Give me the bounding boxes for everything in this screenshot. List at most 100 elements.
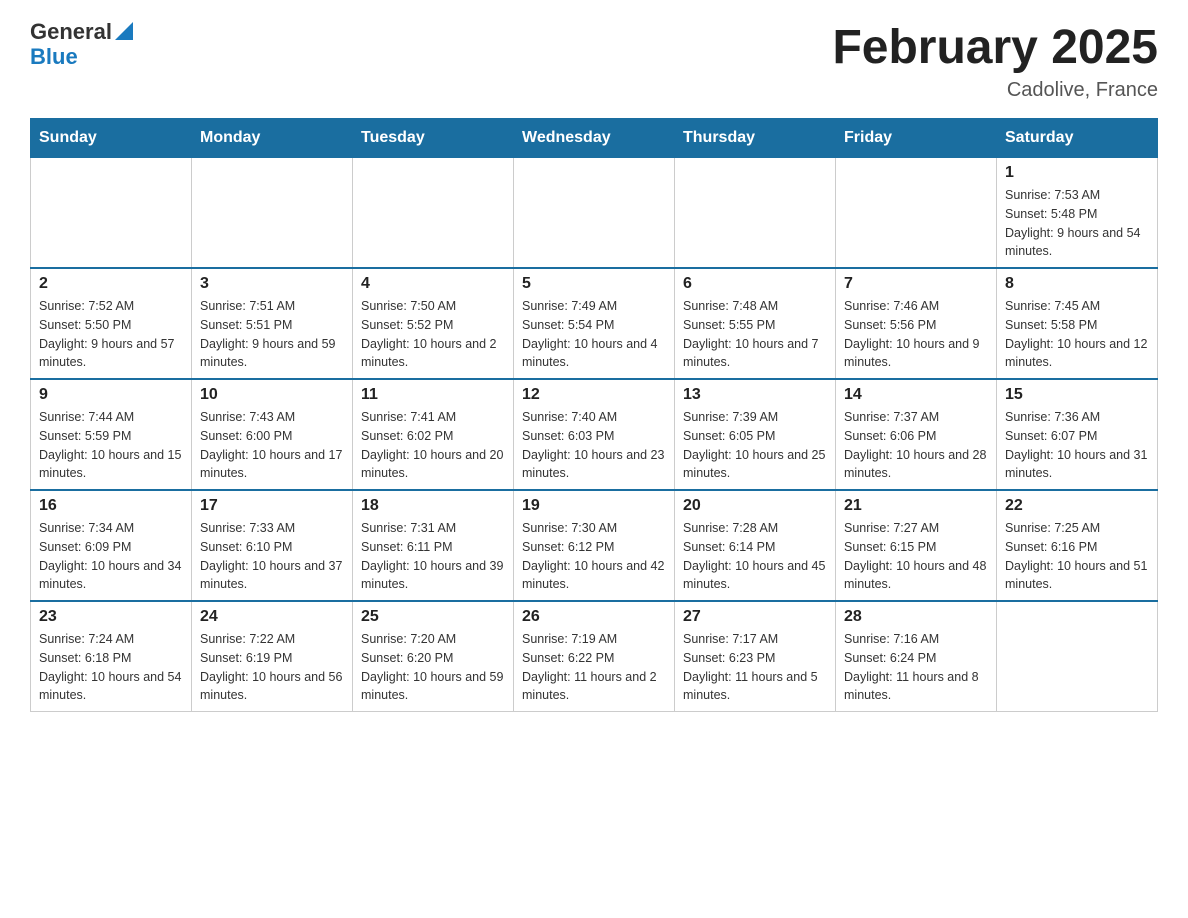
day-info: Sunrise: 7:52 AM [39, 297, 183, 316]
day-number: 5 [522, 275, 666, 293]
day-info: Daylight: 10 hours and 15 minutes. [39, 446, 183, 484]
day-info: Daylight: 10 hours and 34 minutes. [39, 557, 183, 595]
day-number: 1 [1005, 164, 1149, 182]
day-info: Sunset: 6:06 PM [844, 427, 988, 446]
header: General Blue February 2025 Cadolive, Fra… [30, 20, 1158, 102]
day-info: Daylight: 11 hours and 5 minutes. [683, 668, 827, 706]
day-info: Sunrise: 7:51 AM [200, 297, 344, 316]
day-info: Sunrise: 7:28 AM [683, 519, 827, 538]
table-row: 9Sunrise: 7:44 AMSunset: 5:59 PMDaylight… [31, 379, 192, 490]
day-number: 13 [683, 386, 827, 404]
col-friday: Friday [836, 119, 997, 158]
day-number: 3 [200, 275, 344, 293]
day-info: Daylight: 10 hours and 45 minutes. [683, 557, 827, 595]
day-info: Sunrise: 7:20 AM [361, 630, 505, 649]
table-row: 14Sunrise: 7:37 AMSunset: 6:06 PMDayligh… [836, 379, 997, 490]
day-info: Sunset: 6:24 PM [844, 649, 988, 668]
day-info: Daylight: 10 hours and 4 minutes. [522, 335, 666, 373]
day-info: Daylight: 10 hours and 31 minutes. [1005, 446, 1149, 484]
table-row [836, 158, 997, 269]
day-info: Sunrise: 7:22 AM [200, 630, 344, 649]
table-row: 24Sunrise: 7:22 AMSunset: 6:19 PMDayligh… [192, 601, 353, 712]
day-info: Daylight: 10 hours and 56 minutes. [200, 668, 344, 706]
day-info: Daylight: 9 hours and 59 minutes. [200, 335, 344, 373]
day-info: Daylight: 10 hours and 25 minutes. [683, 446, 827, 484]
day-info: Sunrise: 7:30 AM [522, 519, 666, 538]
day-number: 20 [683, 497, 827, 515]
day-number: 8 [1005, 275, 1149, 293]
day-info: Sunset: 5:58 PM [1005, 316, 1149, 335]
table-row: 4Sunrise: 7:50 AMSunset: 5:52 PMDaylight… [353, 268, 514, 379]
day-number: 16 [39, 497, 183, 515]
table-row: 5 Sunrise: 7:49 AMSunset: 5:54 PMDaylight… [514, 268, 675, 379]
table-row [192, 158, 353, 269]
day-number: 23 [39, 608, 183, 626]
day-info: Daylight: 10 hours and 12 minutes. [1005, 335, 1149, 373]
day-info: Daylight: 10 hours and 37 minutes. [200, 557, 344, 595]
day-number: 25 [361, 608, 505, 626]
day-number: 7 [844, 275, 988, 293]
day-info: Sunset: 6:20 PM [361, 649, 505, 668]
day-info: Daylight: 9 hours and 54 minutes. [1005, 224, 1149, 262]
col-thursday: Thursday [675, 119, 836, 158]
day-number: 26 [522, 608, 666, 626]
day-info: Sunrise: 7:43 AM [200, 408, 344, 427]
day-info: Sunset: 6:02 PM [361, 427, 505, 446]
day-info: Daylight: 10 hours and 23 minutes. [522, 446, 666, 484]
table-row: 15Sunrise: 7:36 AMSunset: 6:07 PMDayligh… [997, 379, 1158, 490]
logo-blue-text: Blue [30, 44, 78, 69]
day-info: Sunrise: 7:39 AM [683, 408, 827, 427]
table-row: 20 Sunrise: 7:28 AMSunset: 6:14 PMDayligh… [675, 490, 836, 601]
day-info: Sunset: 6:12 PM [522, 538, 666, 557]
day-info: Sunrise: 7:48 AM [683, 297, 827, 316]
day-info: Daylight: 9 hours and 57 minutes. [39, 335, 183, 373]
day-info: Sunset: 5:52 PM [361, 316, 505, 335]
table-row [31, 158, 192, 269]
table-row: 11Sunrise: 7:41 AMSunset: 6:02 PMDayligh… [353, 379, 514, 490]
day-info: Sunset: 5:54 PM [522, 316, 666, 335]
day-info: Sunset: 5:56 PM [844, 316, 988, 335]
table-row: 12Sunrise: 7:40 AMSunset: 6:03 PMDayligh… [514, 379, 675, 490]
day-number: 12 [522, 386, 666, 404]
day-info: Sunrise: 7:49 AM [522, 297, 666, 316]
day-number: 22 [1005, 497, 1149, 515]
table-row: 25 Sunrise: 7:20 AMSunset: 6:20 PMDayligh… [353, 601, 514, 712]
day-info: Daylight: 10 hours and 59 minutes. [361, 668, 505, 706]
day-info: Sunrise: 7:44 AM [39, 408, 183, 427]
day-number: 15 [1005, 386, 1149, 404]
day-info: Sunset: 6:03 PM [522, 427, 666, 446]
logo-general-text: General [30, 20, 112, 44]
day-info: Daylight: 11 hours and 8 minutes. [844, 668, 988, 706]
table-row: 3Sunrise: 7:51 AMSunset: 5:51 PMDaylight… [192, 268, 353, 379]
day-number: 6 [683, 275, 827, 293]
col-wednesday: Wednesday [514, 119, 675, 158]
day-info: Sunset: 5:48 PM [1005, 205, 1149, 224]
table-row: 18Sunrise: 7:31 AMSunset: 6:11 PMDayligh… [353, 490, 514, 601]
day-info: Daylight: 10 hours and 28 minutes. [844, 446, 988, 484]
day-info: Sunset: 6:09 PM [39, 538, 183, 557]
day-info: Sunset: 6:00 PM [200, 427, 344, 446]
day-info: Sunrise: 7:46 AM [844, 297, 988, 316]
calendar-week-row: 23Sunrise: 7:24 AMSunset: 6:18 PMDayligh… [31, 601, 1158, 712]
table-row: 16Sunrise: 7:34 AMSunset: 6:09 PMDayligh… [31, 490, 192, 601]
day-info: Daylight: 10 hours and 48 minutes. [844, 557, 988, 595]
table-row: 13Sunrise: 7:39 AMSunset: 6:05 PMDayligh… [675, 379, 836, 490]
table-row [514, 158, 675, 269]
day-info: Daylight: 11 hours and 2 minutes. [522, 668, 666, 706]
day-info: Sunset: 6:10 PM [200, 538, 344, 557]
table-row: 28Sunrise: 7:16 AMSunset: 6:24 PMDayligh… [836, 601, 997, 712]
day-info: Sunset: 6:07 PM [1005, 427, 1149, 446]
day-info: Sunset: 6:22 PM [522, 649, 666, 668]
table-row: 6Sunrise: 7:48 AMSunset: 5:55 PMDaylight… [675, 268, 836, 379]
table-row [353, 158, 514, 269]
col-saturday: Saturday [997, 119, 1158, 158]
day-info: Sunset: 6:14 PM [683, 538, 827, 557]
table-row: 27Sunrise: 7:17 AMSunset: 6:23 PMDayligh… [675, 601, 836, 712]
day-info: Sunset: 5:55 PM [683, 316, 827, 335]
day-info: Sunset: 5:50 PM [39, 316, 183, 335]
calendar-week-row: 2Sunrise: 7:52 AMSunset: 5:50 PMDaylight… [31, 268, 1158, 379]
day-number: 2 [39, 275, 183, 293]
table-row: 2 Sunrise: 7:52 AMSunset: 5:50 PMDaylight… [31, 268, 192, 379]
day-number: 17 [200, 497, 344, 515]
day-info: Sunrise: 7:37 AM [844, 408, 988, 427]
